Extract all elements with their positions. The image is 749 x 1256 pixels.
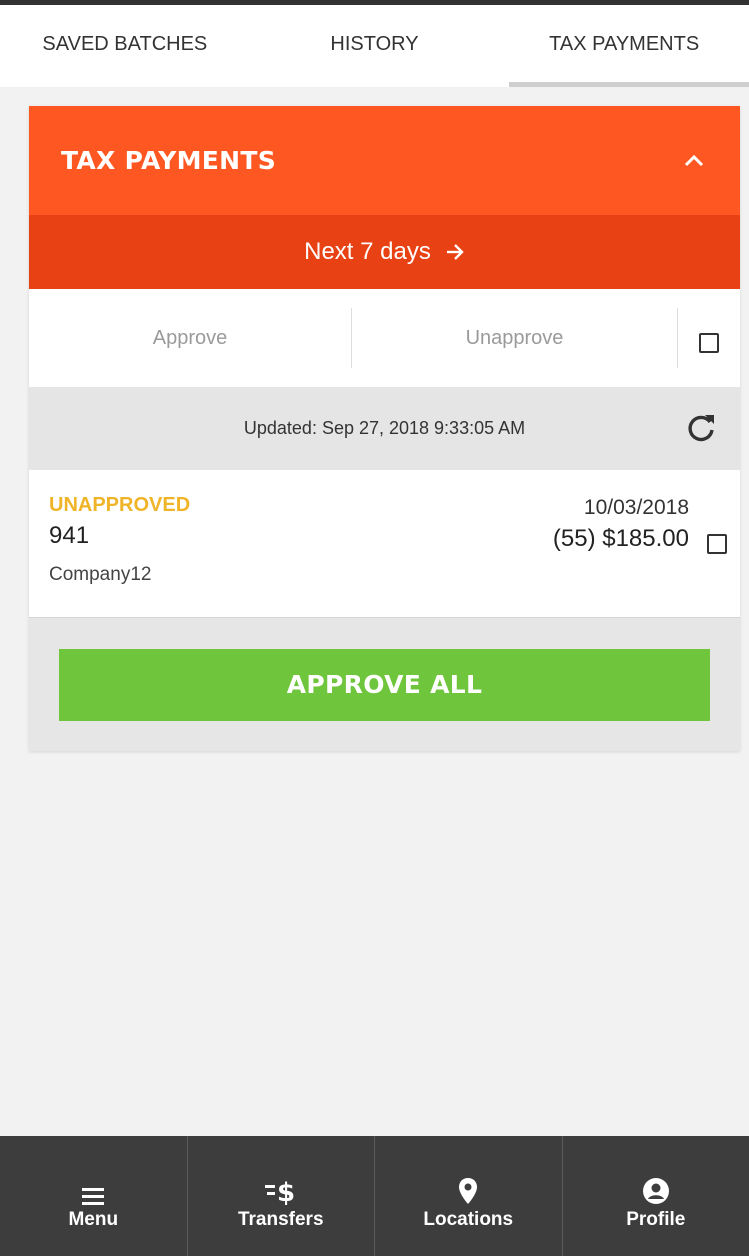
unapprove-button[interactable]: Unapprove — [352, 308, 678, 368]
nav-profile[interactable]: Profile — [563, 1136, 749, 1256]
select-all-cell — [678, 308, 740, 368]
tab-history[interactable]: HISTORY — [250, 5, 500, 87]
svg-text:$: $ — [277, 1178, 295, 1205]
tab-bar: SAVED BATCHES HISTORY TAX PAYMENTS — [0, 5, 749, 87]
select-all-checkbox[interactable] — [699, 333, 719, 353]
approve-all-wrap: APPROVE ALL — [29, 618, 740, 751]
action-row: Approve Unapprove — [29, 289, 740, 387]
list-item[interactable]: UNAPPROVED 941 Company12 10/03/2018 (55)… — [29, 470, 740, 618]
bottom-nav: Menu $ Transfers Locations Profile — [0, 1136, 749, 1256]
item-checkbox[interactable] — [707, 534, 727, 554]
user-circle-icon — [642, 1178, 669, 1204]
nav-locations-label: Locations — [423, 1209, 514, 1230]
approve-button[interactable]: Approve — [29, 308, 352, 368]
next-7-days-label: Next 7 days — [304, 238, 431, 265]
nav-menu[interactable]: Menu — [0, 1136, 188, 1256]
payment-date: 10/03/2018 — [583, 496, 689, 519]
payment-code: 941 — [49, 522, 90, 549]
updated-row: Updated: Sep 27, 2018 9:33:05 AM — [29, 387, 740, 470]
chevron-up-icon[interactable] — [682, 149, 706, 173]
nav-profile-label: Profile — [626, 1209, 686, 1230]
tab-tax-payments[interactable]: TAX PAYMENTS — [499, 5, 749, 87]
map-pin-icon — [459, 1178, 478, 1204]
refresh-icon[interactable] — [684, 411, 718, 445]
payment-amount: (55) $185.00 — [552, 525, 689, 552]
updated-timestamp: Updated: Sep 27, 2018 9:33:05 AM — [243, 418, 526, 438]
nav-menu-label: Menu — [68, 1209, 119, 1230]
hamburger-icon — [82, 1188, 105, 1205]
company-name: Company12 — [49, 564, 152, 585]
transfers-icon: $ — [264, 1178, 295, 1205]
next-7-days-link[interactable]: Next 7 days — [29, 215, 740, 289]
card-header[interactable]: TAX PAYMENTS — [29, 106, 740, 215]
card-title: TAX PAYMENTS — [61, 146, 277, 175]
tab-saved-batches[interactable]: SAVED BATCHES — [0, 5, 250, 87]
nav-transfers[interactable]: $ Transfers — [188, 1136, 375, 1256]
nav-transfers-label: Transfers — [237, 1209, 324, 1230]
tax-payments-card: TAX PAYMENTS Next 7 days Approve Unappro… — [29, 106, 740, 751]
approve-all-button[interactable]: APPROVE ALL — [59, 648, 710, 721]
arrow-right-icon — [446, 244, 464, 260]
nav-locations[interactable]: Locations — [375, 1136, 563, 1256]
status-badge: UNAPPROVED — [49, 494, 191, 516]
